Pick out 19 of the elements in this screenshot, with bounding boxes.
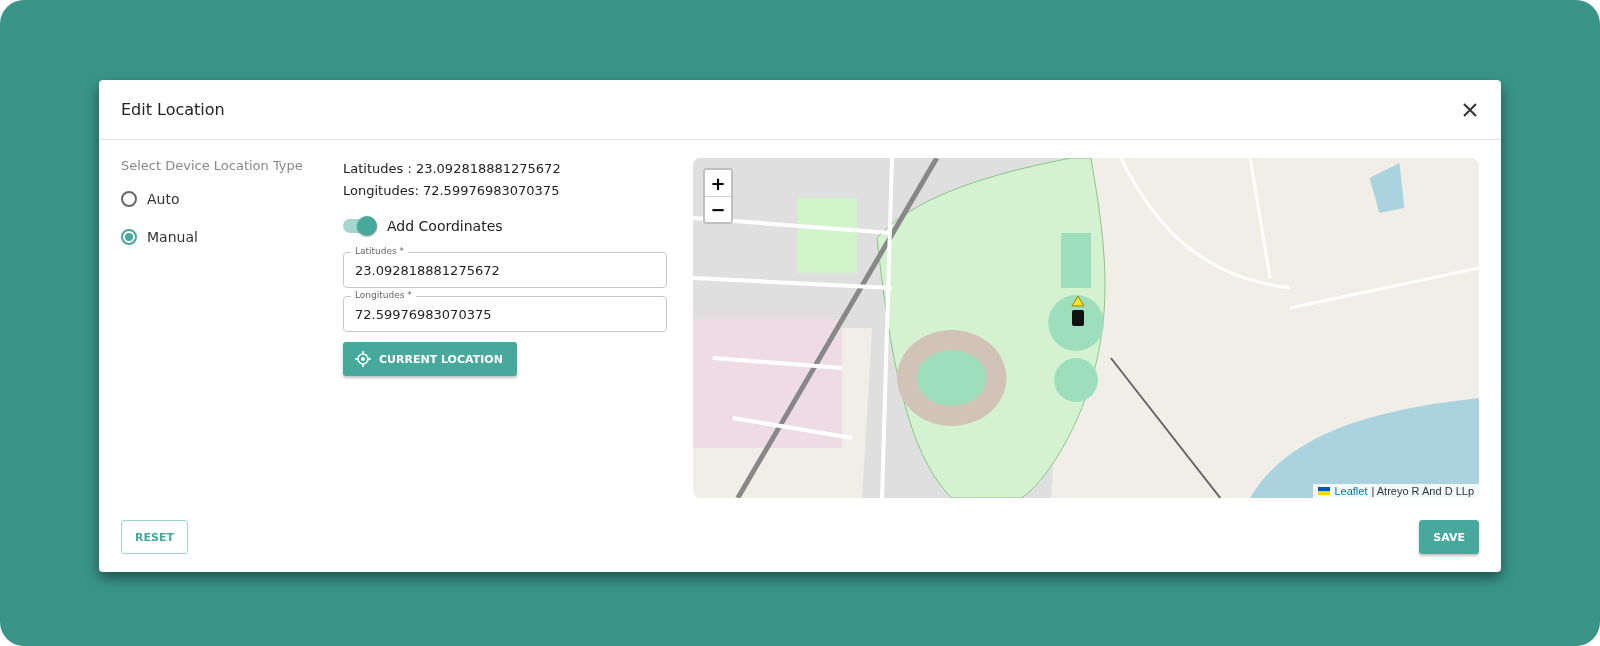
close-button[interactable]	[1461, 100, 1479, 119]
coordinate-text: Latitudes : 23.092818881275672	[343, 160, 562, 178]
zoom-out-button[interactable]: −	[705, 196, 731, 222]
pin-icon	[1071, 296, 1085, 326]
field-label: Latitudes *	[351, 245, 409, 257]
location-type-label: Select Device Location Type	[121, 158, 304, 173]
dialog-title: Edit Location	[121, 100, 225, 119]
coordinate-text: Longitudes: 72.59976983070375	[343, 182, 561, 200]
toggle-switch[interactable]	[343, 219, 377, 233]
radio-option[interactable]: Manual	[121, 223, 343, 251]
map-panel[interactable]: + − Leaflet | Atreyo R And D LLp	[693, 158, 1479, 498]
flag-icon	[1318, 487, 1331, 495]
field-label: Longitudes *	[351, 289, 416, 301]
leaflet-link[interactable]: Leaflet	[1334, 485, 1368, 497]
attribution-text: | Atreyo R And D LLp	[1371, 485, 1474, 497]
crosshair-icon	[355, 351, 371, 367]
radio-option[interactable]: Auto	[121, 185, 343, 213]
close-icon	[1463, 102, 1477, 117]
toggle-label: Add Coordinates	[387, 218, 503, 234]
